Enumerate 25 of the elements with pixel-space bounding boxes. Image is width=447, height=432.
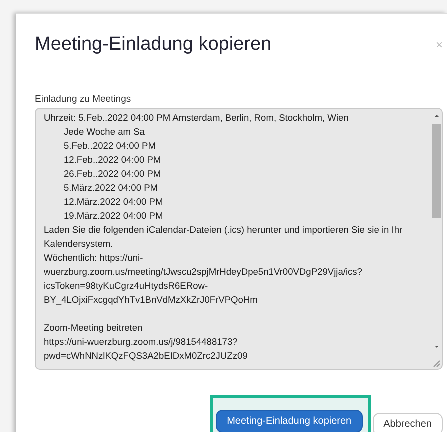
invitation-line: 12.Feb..2022 04:00 PM	[64, 154, 162, 167]
invitation-line: Uhrzeit: 5.Feb..2022 04:00 PM Amsterdam, Berlin, Rom, Stockholm, Wien	[44, 112, 349, 125]
invitation-line: Kalendersystem.	[44, 238, 114, 251]
invitation-line: wuerzburg.zoom.us/meeting/tJwscu2spjMrHdeyDpe5n1Vr00VDgP29Vjja/ics?	[44, 266, 362, 279]
invitation-textarea[interactable]	[35, 108, 443, 370]
invitation-line: pwd=cWhNNzlKQzFQS3A2bEIDxM0Zrc2JUZz09	[44, 350, 248, 363]
invitation-line: 19.März.2022 04:00 PM	[64, 210, 164, 223]
invitation-line: Jede Woche am Sa	[64, 126, 145, 139]
copy-invitation-button[interactable]: Meeting-Einladung kopieren	[216, 410, 363, 432]
resize-grip-icon[interactable]	[431, 358, 441, 368]
dialog-title: Meeting-Einladung kopieren	[35, 34, 272, 56]
scroll-down-icon[interactable]	[432, 343, 440, 351]
invitation-line: BY_4LOjxiFxcgqdYhTv1BnVdMzXkZrJ0FrVPQoHm	[44, 294, 258, 307]
invitation-line: 12.März.2022 04:00 PM	[64, 196, 164, 209]
cancel-button[interactable]: Abbrechen	[372, 413, 443, 432]
invitation-line: Zoom-Meeting beitreten	[44, 322, 143, 335]
invitation-line: 26.Feb..2022 04:00 PM	[64, 168, 162, 181]
invitation-line: https://uni-wuerzburg.zoom.us/j/98154488173?	[44, 336, 238, 349]
field-label: Einladung zu Meetings	[35, 94, 132, 105]
invitation-line: 5.Feb..2022 04:00 PM	[64, 140, 156, 153]
invitation-line: Laden Sie die folgenden iCalendar-Dateien (.ics) herunter und importieren Sie sie in Ihr	[44, 224, 403, 237]
invitation-line: icsToken=98tyKuCgrz4uHtydsR6ERow-	[44, 280, 208, 293]
scroll-up-icon[interactable]	[432, 112, 440, 120]
invitation-line: 5.März.2022 04:00 PM	[64, 182, 158, 195]
invitation-line: Wöchentlich: https://uni-	[44, 252, 144, 265]
